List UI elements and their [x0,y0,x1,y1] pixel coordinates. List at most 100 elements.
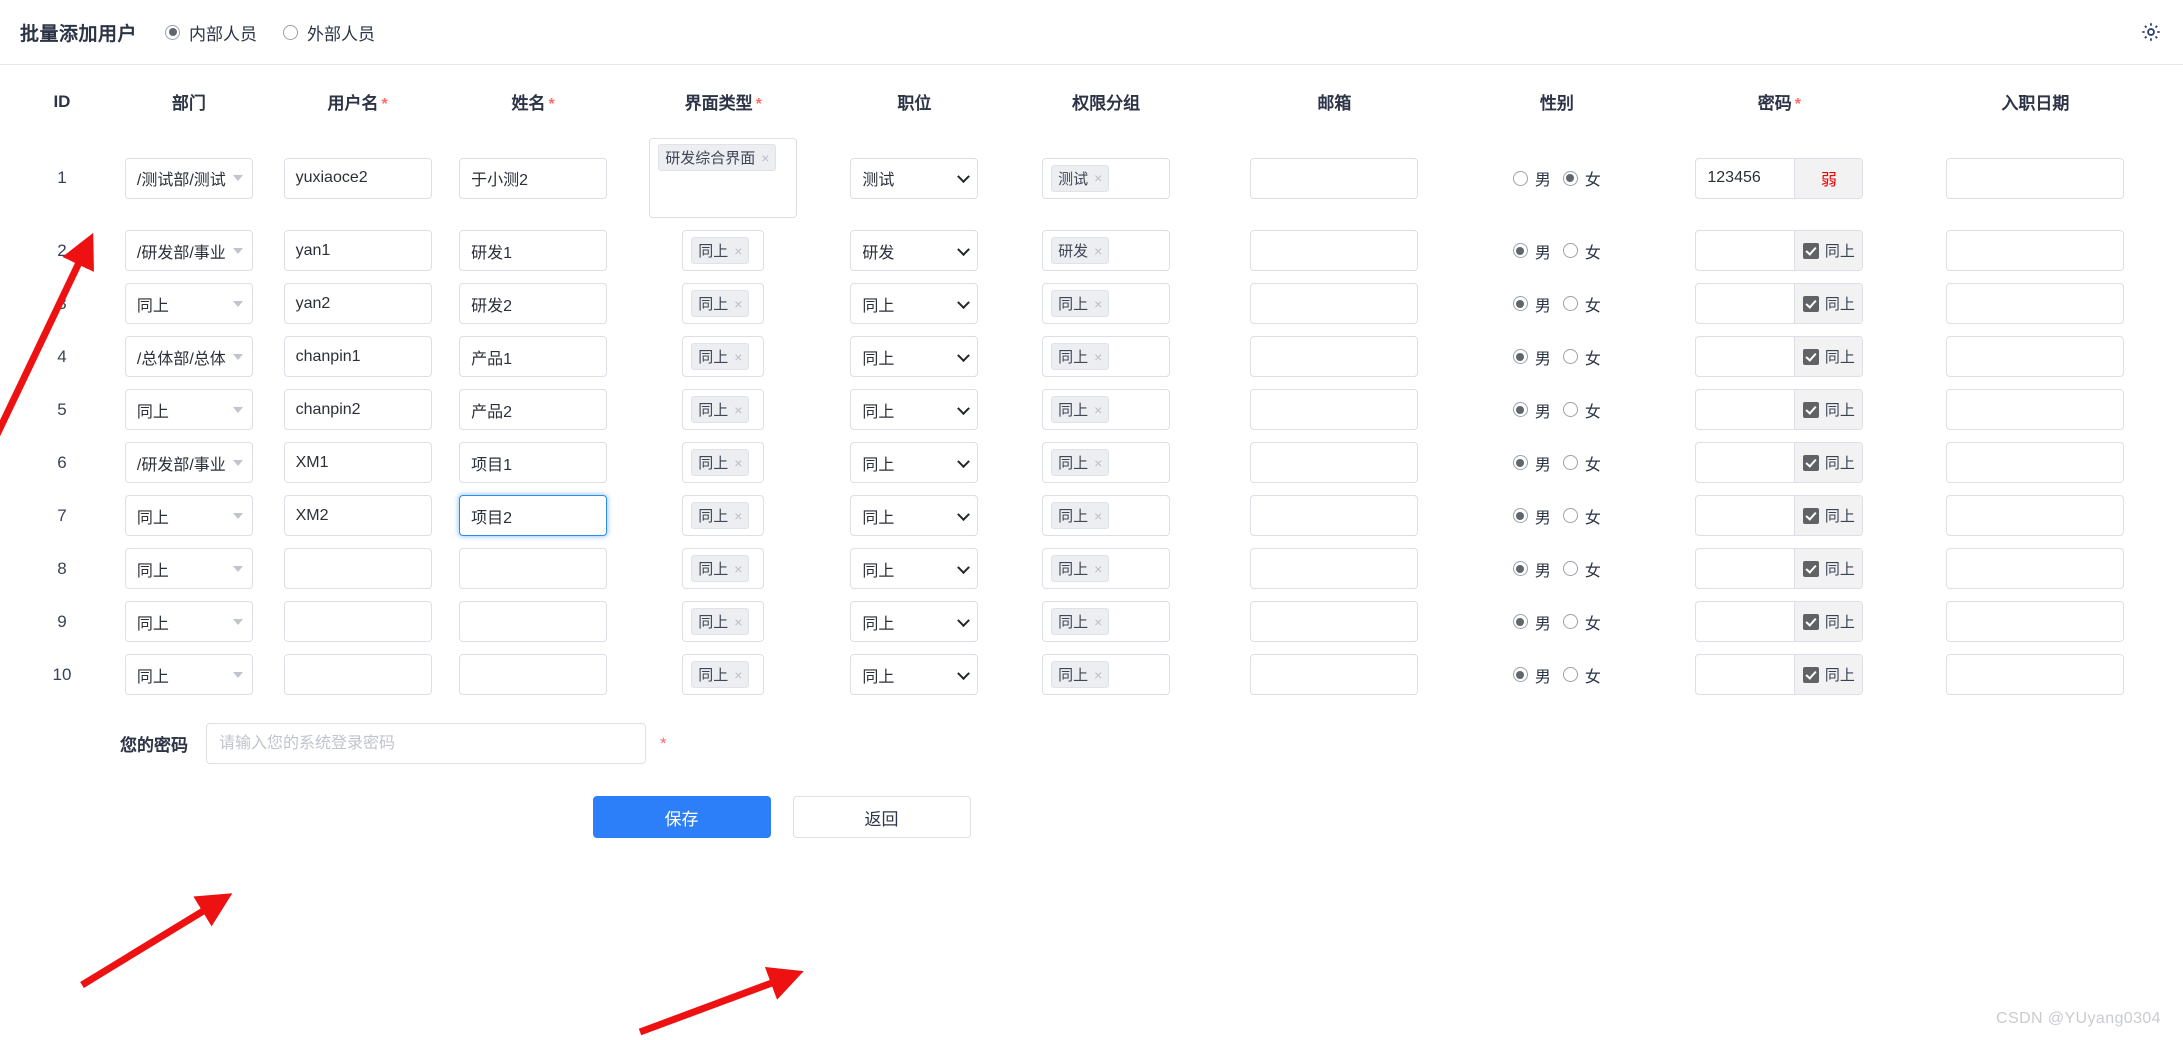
department-select[interactable]: /总体部/总体 [124,336,253,377]
tag-remove-icon[interactable]: × [734,243,742,259]
username-input[interactable]: chanpin1 [283,336,432,377]
department-select[interactable]: 同上 [124,495,253,536]
gender-radio-male[interactable]: 男 [1512,663,1551,687]
password-input[interactable] [1696,655,1795,694]
gender-radio-male[interactable]: 男 [1512,166,1551,190]
password-input[interactable] [1696,231,1795,270]
username-input[interactable]: yuxiaoce2 [283,157,432,199]
tag-remove-icon[interactable]: × [761,150,769,166]
password-input[interactable] [1696,158,1795,198]
checkbox-checked-icon[interactable] [1802,666,1819,683]
password-same-as-above-toggle[interactable]: 同上 [1794,549,1863,588]
position-select[interactable]: 同上 [850,442,979,483]
gender-radio-male[interactable]: 男 [1512,345,1551,369]
position-select[interactable]: 同上 [850,548,979,589]
back-button[interactable]: 返回 [792,796,971,838]
position-select[interactable]: 测试 [850,157,979,199]
fullname-input[interactable] [459,654,608,695]
permission-group-multiselect[interactable]: 同上 × [1042,601,1171,642]
email-input[interactable] [1250,601,1419,642]
ui-type-multiselect[interactable]: 同上 × [682,442,765,483]
hire-date-input[interactable] [1946,442,2125,483]
checkbox-checked-icon[interactable] [1802,401,1819,418]
hire-date-input[interactable] [1946,336,2125,377]
fullname-input[interactable]: 产品2 [459,389,608,430]
tag-remove-icon[interactable]: × [1094,455,1102,471]
password-input[interactable] [1696,496,1795,535]
tag-remove-icon[interactable]: × [734,349,742,365]
hire-date-input[interactable] [1946,283,2125,324]
position-select[interactable]: 同上 [850,389,979,430]
password-same-as-above-toggle[interactable]: 同上 [1794,602,1863,641]
email-input[interactable] [1250,548,1419,589]
email-input[interactable] [1250,495,1419,536]
department-select[interactable]: /研发部/事业 [124,230,253,271]
email-input[interactable] [1250,336,1419,377]
username-input[interactable]: chanpin2 [283,389,432,430]
gender-radio-female[interactable]: 女 [1562,239,1601,263]
password-input[interactable] [1696,390,1795,429]
password-same-as-above-toggle[interactable]: 同上 [1794,496,1863,535]
password-same-as-above-toggle[interactable]: 同上 [1794,390,1863,429]
password-same-as-above-toggle[interactable]: 同上 [1794,337,1863,376]
position-select[interactable]: 同上 [850,495,979,536]
ui-type-multiselect[interactable]: 同上 × [682,389,765,430]
permission-group-multiselect[interactable]: 研发 × [1042,230,1171,271]
own-password-input[interactable] [206,723,646,764]
username-input[interactable]: yan1 [283,230,432,271]
checkbox-checked-icon[interactable] [1802,560,1819,577]
gender-radio-female[interactable]: 女 [1562,557,1601,581]
username-input[interactable]: yan2 [283,283,432,324]
ui-type-multiselect[interactable]: 同上 × [682,654,765,695]
gender-radio-female[interactable]: 女 [1562,451,1601,475]
username-input[interactable]: XM2 [283,495,432,536]
tag-remove-icon[interactable]: × [734,561,742,577]
checkbox-checked-icon[interactable] [1802,242,1819,259]
tag-remove-icon[interactable]: × [1094,561,1102,577]
department-select[interactable]: /测试部/测试 [124,157,253,199]
gender-radio-female[interactable]: 女 [1562,663,1601,687]
gender-radio-female[interactable]: 女 [1562,292,1601,316]
ui-type-multiselect[interactable]: 同上 × [682,283,765,324]
tag-remove-icon[interactable]: × [1094,243,1102,259]
gear-icon[interactable] [2139,20,2163,44]
gender-radio-male[interactable]: 男 [1512,398,1551,422]
checkbox-checked-icon[interactable] [1802,613,1819,630]
position-select[interactable]: 同上 [850,283,979,324]
department-select[interactable]: 同上 [124,654,253,695]
gender-radio-male[interactable]: 男 [1512,451,1551,475]
email-input[interactable] [1250,654,1419,695]
fullname-input[interactable]: 研发1 [459,230,608,271]
ui-type-multiselect[interactable]: 同上 × [682,336,765,377]
password-input[interactable] [1696,549,1795,588]
permission-group-multiselect[interactable]: 测试 × [1042,157,1171,199]
gender-radio-male[interactable]: 男 [1512,557,1551,581]
tag-remove-icon[interactable]: × [734,455,742,471]
ui-type-multiselect[interactable]: 同上 × [682,495,765,536]
email-input[interactable] [1250,442,1419,483]
department-select[interactable]: 同上 [124,548,253,589]
hire-date-input[interactable] [1946,389,2125,430]
password-same-as-above-toggle[interactable]: 同上 [1794,443,1863,482]
ui-type-multiselect[interactable]: 同上 × [682,548,765,589]
ui-type-multiselect[interactable]: 同上 × [682,230,765,271]
tag-remove-icon[interactable]: × [734,296,742,312]
tag-remove-icon[interactable]: × [1094,296,1102,312]
password-input[interactable] [1696,443,1795,482]
gender-radio-female[interactable]: 女 [1562,610,1601,634]
tag-remove-icon[interactable]: × [734,508,742,524]
hire-date-input[interactable] [1946,157,2125,199]
radio-internal-staff[interactable]: 内部人员 [165,20,257,45]
department-select[interactable]: 同上 [124,601,253,642]
department-select[interactable]: 同上 [124,389,253,430]
fullname-input[interactable]: 研发2 [459,283,608,324]
hire-date-input[interactable] [1946,654,2125,695]
permission-group-multiselect[interactable]: 同上 × [1042,548,1171,589]
fullname-input[interactable] [459,548,608,589]
username-input[interactable] [283,548,432,589]
email-input[interactable] [1250,230,1419,271]
tag-remove-icon[interactable]: × [734,614,742,630]
tag-remove-icon[interactable]: × [1094,667,1102,683]
tag-remove-icon[interactable]: × [1094,349,1102,365]
department-select[interactable]: /研发部/事业 [124,442,253,483]
